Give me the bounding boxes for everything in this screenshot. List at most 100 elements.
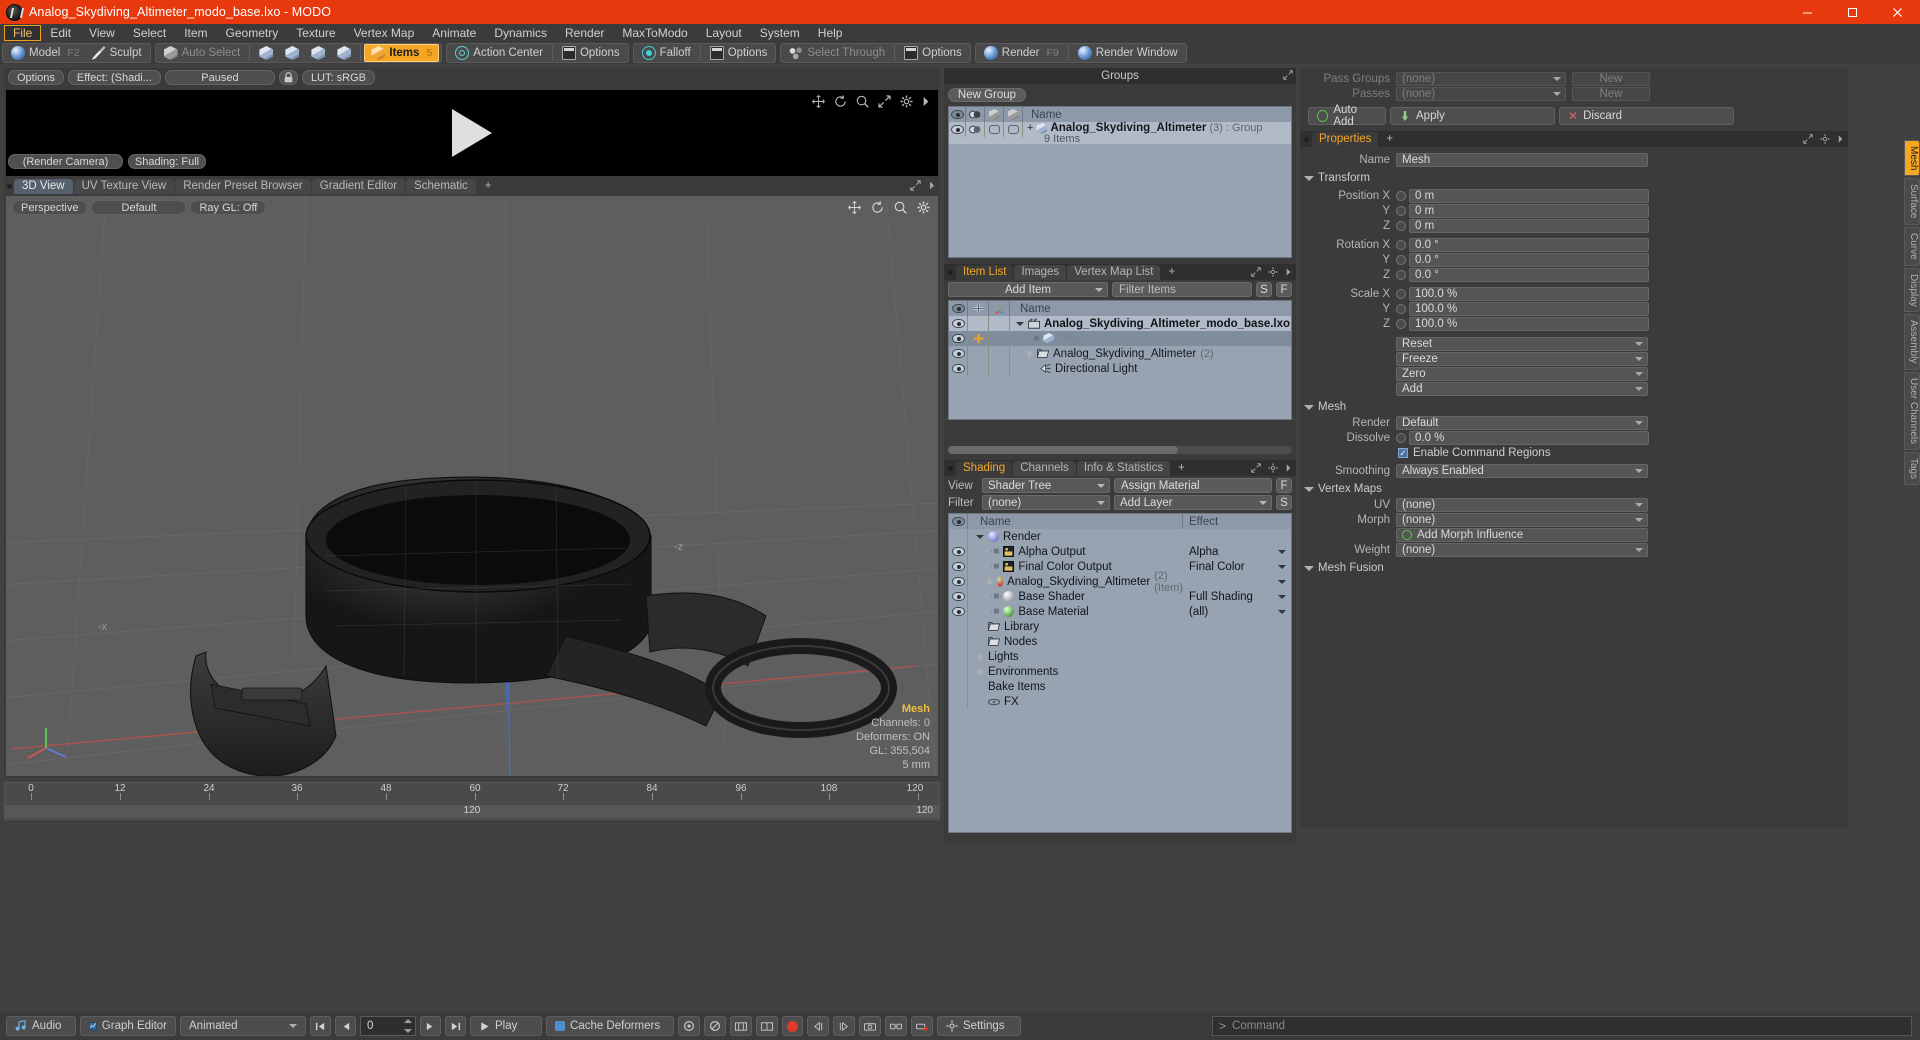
- transform-freeze-button[interactable]: Freeze: [1396, 352, 1648, 366]
- link-button[interactable]: [885, 1016, 907, 1036]
- render-options-button[interactable]: Options: [8, 70, 64, 85]
- filter-s-button[interactable]: S: [1256, 282, 1272, 297]
- render-window-button[interactable]: Render Window: [1072, 44, 1184, 62]
- table-row[interactable]: Library: [949, 619, 1291, 634]
- model-mode-button[interactable]: Model F2: [5, 44, 86, 62]
- material-mode-button[interactable]: [331, 44, 357, 62]
- zoom-icon[interactable]: [856, 95, 869, 108]
- render-camera-button[interactable]: (Render Camera): [8, 154, 123, 169]
- transform-section-header[interactable]: Transform: [1304, 171, 1848, 185]
- tab-properties[interactable]: Properties: [1312, 132, 1379, 147]
- rotation-y-field[interactable]: 0.0 °: [1409, 253, 1649, 267]
- groups-row[interactable]: + Analog_Skydiving_Altimeter (3) : Group…: [949, 122, 1291, 145]
- pass-groups-dropdown[interactable]: (none): [1396, 72, 1566, 86]
- row-eye-cell[interactable]: [949, 649, 968, 664]
- uv-dropdown[interactable]: (none): [1396, 498, 1648, 512]
- next-key-button[interactable]: [420, 1016, 441, 1036]
- mesh-fusion-section-header[interactable]: Mesh Fusion: [1304, 561, 1848, 575]
- eye-icon[interactable]: [949, 301, 968, 316]
- zoom-icon[interactable]: [894, 201, 907, 214]
- channel-knob[interactable]: [1396, 221, 1406, 231]
- menu-maxtomodo[interactable]: MaxToModo: [613, 25, 696, 41]
- panel-arrow-icon[interactable]: [1837, 134, 1844, 144]
- row-axis-cell[interactable]: [989, 361, 1010, 376]
- row-eye-icon[interactable]: [949, 544, 968, 559]
- viewport-default-button[interactable]: Default: [91, 200, 187, 215]
- row-eye-cell[interactable]: [949, 634, 968, 649]
- expander-icon[interactable]: [978, 652, 983, 661]
- assign-material-button[interactable]: Assign Material: [1114, 478, 1272, 493]
- row-eye-icon[interactable]: [949, 122, 966, 137]
- rotate-icon[interactable]: [834, 95, 847, 108]
- expander-icon[interactable]: [988, 577, 993, 586]
- film-start-button[interactable]: [730, 1016, 752, 1036]
- row-eye-cell[interactable]: [949, 619, 968, 634]
- rotation-x-field[interactable]: 0.0 °: [1409, 238, 1649, 252]
- lock-icon[interactable]: [278, 70, 298, 85]
- render-button[interactable]: Render F9: [978, 44, 1065, 62]
- play-icon[interactable]: [452, 109, 492, 157]
- table-row[interactable]: ·■ Base Material (all): [949, 604, 1291, 619]
- scale-y-field[interactable]: 100.0 %: [1409, 302, 1649, 316]
- row-axis-cell[interactable]: [989, 331, 1010, 346]
- row-eye-icon[interactable]: [949, 589, 968, 604]
- position-z-field[interactable]: 0 m: [1409, 219, 1649, 233]
- row-eye-icon[interactable]: [949, 574, 968, 589]
- menu-select[interactable]: Select: [124, 25, 175, 41]
- tab-uv-texture-view[interactable]: UV Texture View: [73, 179, 175, 194]
- graph-editor-button[interactable]: Graph Editor: [80, 1016, 176, 1036]
- delete-key-button[interactable]: [911, 1016, 933, 1036]
- row-move-cell[interactable]: [968, 316, 989, 331]
- channel-knob[interactable]: [1396, 289, 1406, 299]
- expand-icon[interactable]: [910, 180, 921, 191]
- table-row[interactable]: Analog_Skydiving_Altimeter (2) (Item): [949, 570, 1291, 594]
- new-pass-group-button[interactable]: New: [1572, 72, 1650, 86]
- morph-dropdown[interactable]: (none): [1396, 513, 1648, 527]
- table-row[interactable]: Directional Light: [949, 361, 1291, 376]
- discard-button[interactable]: ✕ Discard: [1559, 107, 1734, 125]
- tab-shading[interactable]: Shading: [956, 461, 1013, 476]
- tab-add[interactable]: +: [1379, 132, 1400, 147]
- transform-zero-button[interactable]: Zero: [1396, 367, 1648, 381]
- select-through-options-button[interactable]: Options: [898, 44, 968, 62]
- vtab-assembly[interactable]: Assembly: [1904, 314, 1920, 370]
- panel-arrow-icon[interactable]: [1285, 267, 1292, 277]
- shader-view-dropdown[interactable]: Shader Tree: [982, 478, 1110, 493]
- vtab-curve[interactable]: Curve: [1904, 226, 1920, 266]
- weight-dropdown[interactable]: (none): [1396, 543, 1648, 557]
- row-move-cell[interactable]: [968, 346, 989, 361]
- new-pass-button[interactable]: New: [1572, 87, 1650, 101]
- vtab-tags[interactable]: Tags: [1904, 451, 1920, 486]
- expander-icon[interactable]: [1016, 321, 1024, 326]
- sculpt-mode-button[interactable]: Sculpt: [86, 44, 148, 62]
- channel-knob[interactable]: [1396, 240, 1406, 250]
- menu-file[interactable]: File: [4, 25, 42, 41]
- table-row[interactable]: Environments: [949, 664, 1291, 679]
- menu-layout[interactable]: Layout: [697, 25, 751, 41]
- rotate-icon[interactable]: [871, 201, 884, 214]
- viewport-raygl-button[interactable]: Ray GL: Off: [190, 200, 267, 215]
- move-icon[interactable]: [848, 201, 861, 214]
- tab-schematic[interactable]: Schematic: [406, 179, 476, 194]
- enable-command-regions-checkbox[interactable]: ✓: [1398, 448, 1408, 458]
- scale-z-field[interactable]: 100.0 %: [1409, 317, 1649, 331]
- timeline[interactable]: 0 12 24 36 48 60 72 84 96 108 120 120 12…: [4, 782, 940, 820]
- expander-icon[interactable]: [1028, 349, 1033, 358]
- frame-input[interactable]: 0: [360, 1016, 416, 1036]
- tab-channels[interactable]: Channels: [1013, 461, 1076, 476]
- camera-button[interactable]: [859, 1016, 881, 1036]
- tab-render-preset-browser[interactable]: Render Preset Browser: [175, 179, 311, 194]
- mesh-dissolve-field[interactable]: 0.0 %: [1409, 431, 1649, 445]
- row-axis-cell[interactable]: [989, 346, 1010, 361]
- command-input[interactable]: > Command: [1212, 1016, 1912, 1036]
- render-effect-button[interactable]: Effect: (Shadi...: [67, 70, 161, 85]
- expand-icon[interactable]: [1251, 463, 1261, 473]
- channel-knob[interactable]: [1396, 191, 1406, 201]
- menu-view[interactable]: View: [80, 25, 124, 41]
- apply-button[interactable]: Apply: [1390, 107, 1555, 125]
- vertex-maps-section-header[interactable]: Vertex Maps: [1304, 482, 1848, 496]
- close-icon[interactable]: [1875, 0, 1920, 24]
- channel-knob[interactable]: [1396, 304, 1406, 314]
- menu-animate[interactable]: Animate: [423, 25, 485, 41]
- add-morph-influence-button[interactable]: Add Morph Influence: [1396, 528, 1648, 542]
